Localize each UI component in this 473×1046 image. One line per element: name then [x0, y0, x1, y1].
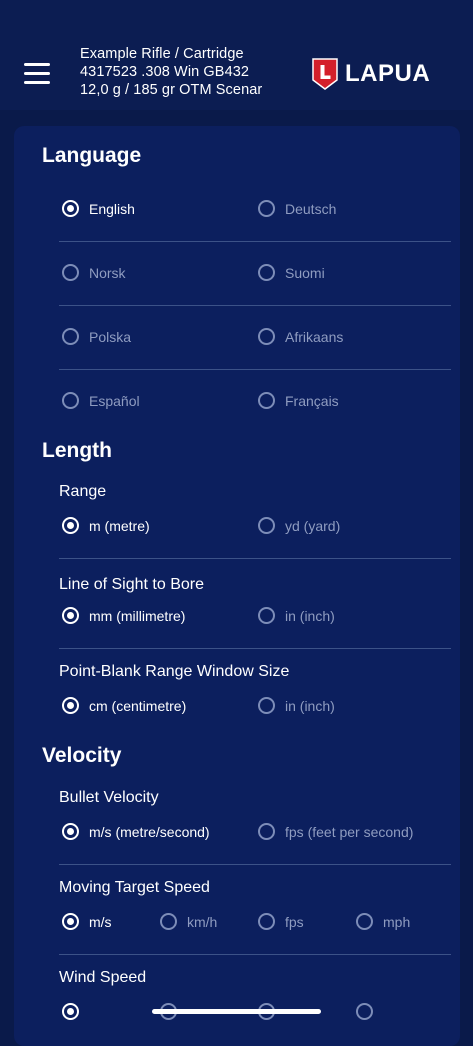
pbr-window-label: Point-Blank Range Window Size [59, 663, 290, 680]
range-option-yard[interactable]: yd (yard) [258, 517, 340, 534]
radio-icon [258, 913, 275, 930]
radio-icon [62, 328, 79, 345]
cartridge-info[interactable]: Example Rifle / Cartridge 4317523 .308 W… [80, 45, 262, 99]
divider [59, 558, 451, 559]
line-of-sight-label: Line of Sight to Bore [59, 576, 204, 593]
lang-option-suomi[interactable]: Suomi [258, 264, 325, 281]
divider [59, 369, 451, 370]
divider [59, 648, 451, 649]
bv-option-fps[interactable]: fps (feet per second) [258, 823, 413, 840]
radio-icon [258, 823, 275, 840]
velocity-title: Velocity [42, 744, 122, 767]
radio-icon [62, 697, 79, 714]
radio-icon [160, 913, 177, 930]
lapua-shield-icon [312, 58, 338, 90]
wind-speed-label: Wind Speed [59, 969, 147, 986]
radio-icon [62, 913, 79, 930]
radio-icon [62, 517, 79, 534]
range-label: Range [59, 483, 107, 500]
radio-icon [356, 913, 373, 930]
divider [59, 241, 451, 242]
pbr-option-cm[interactable]: cm (centimetre) [62, 697, 186, 714]
radio-icon [258, 607, 275, 624]
radio-icon [62, 607, 79, 624]
radio-icon [258, 328, 275, 345]
radio-icon [258, 200, 275, 217]
cartridge-line: 4317523 .308 Win GB432 [80, 64, 250, 80]
length-title: Length [42, 439, 112, 462]
mt-option-kmh[interactable]: km/h [160, 913, 217, 930]
lang-option-espanol[interactable]: Español [62, 392, 140, 409]
moving-target-label: Moving Target Speed [59, 879, 210, 896]
lang-option-deutsch[interactable]: Deutsch [258, 200, 336, 217]
radio-icon [62, 200, 79, 217]
radio-icon [62, 264, 79, 281]
radio-icon [356, 1003, 373, 1020]
lang-option-francais[interactable]: Français [258, 392, 339, 409]
logo-text: LAPUA [345, 60, 431, 87]
rifle-line: Example Rifle / Cartridge [80, 46, 244, 62]
settings-panel[interactable]: Language English Deutsch Norsk Suomi Pol… [14, 126, 460, 1046]
bv-option-mps[interactable]: m/s (metre/second) [62, 823, 210, 840]
ws-option-selected[interactable] [62, 1003, 79, 1020]
lapua-logo: LAPUA [312, 58, 430, 90]
los-option-inch[interactable]: in (inch) [258, 607, 335, 624]
menu-icon[interactable] [24, 63, 50, 85]
app-header: Example Rifle / Cartridge 4317523 .308 W… [0, 0, 473, 110]
radio-icon [258, 697, 275, 714]
lang-option-polska[interactable]: Polska [62, 328, 131, 345]
lang-option-afrikaans[interactable]: Afrikaans [258, 328, 343, 345]
bullet-line: 12,0 g / 185 gr OTM Scenar [80, 82, 263, 98]
divider [59, 954, 451, 955]
radio-icon [62, 1003, 79, 1020]
radio-icon [258, 264, 275, 281]
mt-option-fps[interactable]: fps [258, 913, 304, 930]
los-option-mm[interactable]: mm (millimetre) [62, 607, 185, 624]
language-title: Language [42, 144, 142, 167]
mt-option-mph[interactable]: mph [356, 913, 410, 930]
radio-icon [258, 392, 275, 409]
lang-option-norsk[interactable]: Norsk [62, 264, 126, 281]
ws-option-4[interactable] [356, 1003, 373, 1020]
radio-icon [62, 823, 79, 840]
home-indicator[interactable] [152, 1009, 321, 1014]
radio-icon [62, 392, 79, 409]
radio-icon [258, 517, 275, 534]
divider [59, 305, 451, 306]
lang-option-english[interactable]: English [62, 200, 135, 217]
mt-option-mps[interactable]: m/s [62, 913, 112, 930]
pbr-option-inch[interactable]: in (inch) [258, 697, 335, 714]
bullet-velocity-label: Bullet Velocity [59, 789, 159, 806]
divider [59, 864, 451, 865]
range-option-metre[interactable]: m (metre) [62, 517, 150, 534]
